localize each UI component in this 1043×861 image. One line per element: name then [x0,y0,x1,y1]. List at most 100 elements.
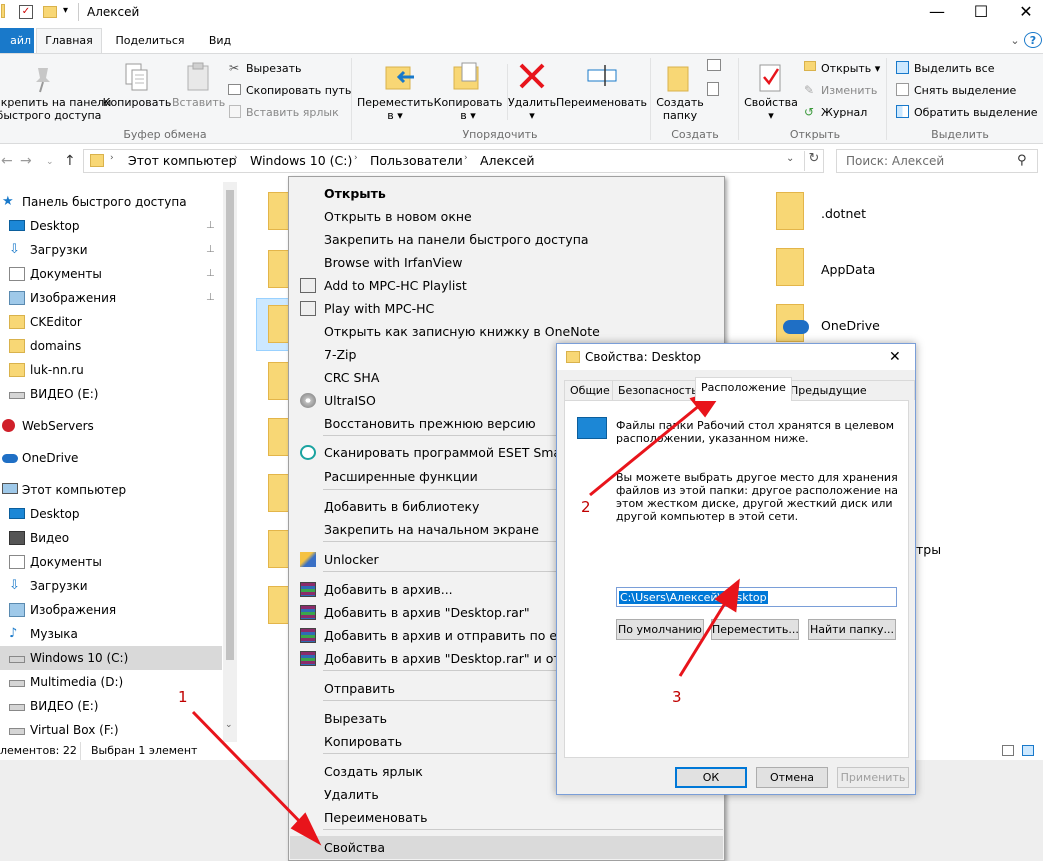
ribbon-collapse-icon[interactable]: ⌄ [1008,30,1022,52]
breadcrumb-item[interactable]: Этот компьютер [128,153,237,168]
nav-item[interactable]: Virtual Box (F:) [0,718,222,742]
details-view-icon[interactable] [1002,745,1014,756]
context-menu-item[interactable]: Открыть в новом окне [290,205,723,228]
tab-share[interactable]: Поделиться [110,30,190,52]
dialog-close-button[interactable]: ✕ [889,344,901,370]
paste-shortcut-button[interactable]: Вставить ярлык [246,106,339,119]
pin-icon[interactable]: ⊥ [206,262,215,286]
ok-button[interactable]: ОК [675,767,747,788]
folder-icon[interactable] [776,192,804,230]
forward-arrow-icon[interactable]: → [20,153,32,169]
move-to-button[interactable]: Переместить в ▾ [357,96,433,122]
nav-item[interactable]: Документы [0,550,222,574]
tab-location[interactable]: Расположение [695,377,792,401]
nav-item[interactable]: WebServers [0,414,222,438]
nav-item[interactable]: Desktop ⊥ [0,214,222,238]
context-menu-item[interactable]: Открыть как записную книжку в OneNote [290,320,723,343]
close-button[interactable]: ✕ [1003,0,1043,26]
nav-item[interactable]: Изображения [0,598,222,622]
new-folder-button[interactable]: Создать папку [654,96,706,122]
context-menu-item[interactable]: Browse with IrfanView [290,251,723,274]
new-folder-icon[interactable] [43,6,57,18]
nav-scroll-thumb[interactable] [226,190,234,660]
large-icons-view-icon[interactable] [1022,745,1034,756]
nav-item[interactable]: CKEditor [0,310,222,334]
select-all-button[interactable]: Выделить все [914,62,994,75]
pin-icon[interactable]: ⊥ [206,214,215,238]
invert-selection-button[interactable]: Обратить выделение [914,106,1038,119]
scroll-down-icon[interactable]: ⌄ [225,720,233,730]
breadcrumb-item[interactable]: Пользователи [370,153,463,168]
file-name-partial[interactable]: тры [916,542,941,557]
properties-check-icon[interactable]: ✓ [19,5,33,19]
nav-item[interactable]: luk-nn.ru [0,358,222,382]
file-name[interactable]: .dotnet [821,206,866,221]
nav-item[interactable]: Видео [0,526,222,550]
restore-default-button[interactable]: По умолчанию [616,619,704,640]
customize-toolbar-icon[interactable]: ▾ [63,4,68,18]
nav-item[interactable]: ⇩ Загрузки ⊥ [0,238,222,262]
nav-item[interactable]: ВИДЕО (E:) [0,382,222,406]
tab-security[interactable]: Безопасность [612,380,704,400]
pin-icon[interactable]: ⊥ [206,238,215,262]
nav-item[interactable]: ВИДЕО (E:) [0,694,222,718]
folder-icon[interactable] [776,248,804,286]
rename-button[interactable]: Переименовать [556,96,647,109]
nav-item[interactable]: Windows 10 (C:) [0,646,222,670]
context-menu-item[interactable]: Свойства [290,836,723,859]
file-name[interactable]: OneDrive [821,318,880,333]
breadcrumb-item[interactable]: Windows 10 (C:) [250,153,352,168]
properties-button[interactable]: Свойства ▾ [742,96,800,122]
cut-button[interactable]: Вырезать [246,62,301,75]
nav-item[interactable]: Документы ⊥ [0,262,222,286]
edit-button[interactable]: Изменить [821,84,877,97]
nav-item[interactable]: OneDrive [0,446,222,470]
nav-item[interactable]: ★ Панель быстрого доступа [0,190,222,214]
easy-access-icon[interactable] [707,82,719,96]
apply-button[interactable]: Применить [837,767,909,788]
pin-quick-access-button[interactable]: акрепить на панели быстрого доступа [0,96,111,122]
breadcrumb-item[interactable]: Алексей [480,153,534,168]
select-none-button[interactable]: Снять выделение [914,84,1016,97]
tab-home[interactable]: Главная [36,28,102,54]
copy-path-button[interactable]: Скопировать путь [246,84,351,97]
context-menu-item[interactable]: Переименовать [290,806,723,829]
pin-icon[interactable]: ⊥ [206,286,215,310]
context-menu-item[interactable]: Закрепить на панели быстрого доступа [290,228,723,251]
copy-button[interactable]: Копировать [102,96,172,109]
paste-button[interactable]: Вставить [172,96,225,109]
maximize-button[interactable]: ☐ [958,0,1004,26]
delete-button[interactable]: Удалить ▾ [506,96,558,122]
address-bar[interactable]: › Этот компьютер › Windows 10 (C:) › Пол… [83,149,824,173]
nav-item[interactable]: Desktop [0,502,222,526]
nav-item[interactable]: ♪ Музыка [0,622,222,646]
new-item-icon[interactable] [707,59,721,71]
open-button[interactable]: Открыть ▾ [821,62,880,75]
minimize-button[interactable]: — [914,0,960,26]
refresh-icon[interactable]: ↻ [804,151,823,171]
move-button[interactable]: Переместить... [711,619,799,640]
location-path-input[interactable]: C:\Users\Алексей\Desktop [616,587,897,607]
find-folder-button[interactable]: Найти папку... [808,619,896,640]
copy-to-button[interactable]: Копировать в ▾ [430,96,506,122]
tab-general[interactable]: Общие [564,380,616,400]
nav-item[interactable]: domains [0,334,222,358]
tab-view[interactable]: Вид [198,30,242,52]
up-arrow-icon[interactable]: ↑ [64,153,76,169]
nav-item[interactable]: Multimedia (D:) [0,670,222,694]
history-button[interactable]: Журнал [821,106,867,119]
recent-chevron-icon[interactable]: ⌄ [46,157,54,167]
cancel-button[interactable]: Отмена [756,767,828,788]
nav-item[interactable]: ⇩ Загрузки [0,574,222,598]
nav-item[interactable]: Изображения ⊥ [0,286,222,310]
nav-scrollbar[interactable]: ⌄ [223,182,237,742]
context-menu-item[interactable]: Add to MPC-HC Playlist [290,274,723,297]
address-dropdown-icon[interactable]: ⌄ [786,153,794,164]
help-icon[interactable]: ? [1024,32,1042,48]
tab-file[interactable]: айл [0,28,34,53]
search-input[interactable]: Поиск: Алексей ⚲ [836,149,1038,173]
context-menu-item[interactable]: Play with MPC-HC [290,297,723,320]
context-menu-item[interactable]: Открыть [290,182,723,205]
file-name[interactable]: AppData [821,262,875,277]
nav-item[interactable]: Этот компьютер [0,478,222,502]
